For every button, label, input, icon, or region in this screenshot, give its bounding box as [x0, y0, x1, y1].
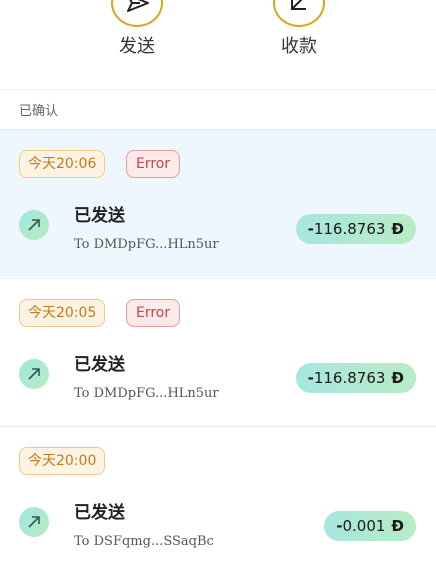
amount-pill: -0.001 Đ: [324, 511, 416, 541]
outgoing-icon: [19, 210, 49, 240]
transaction-address: To DMDpFG...HLn5ur: [74, 386, 219, 401]
send-label: 发送: [119, 36, 155, 57]
send-arrow-icon: [127, 0, 149, 12]
amount-pill: -116.8763 Đ: [295, 363, 416, 393]
status-badge-error: Error: [126, 150, 181, 178]
transaction-title: 已发送: [74, 503, 125, 523]
receive-icon-circle: [273, 0, 325, 27]
arrow-up-right-icon: [28, 368, 40, 380]
transaction-row[interactable]: 今天20:06 Error 已发送 To DMDpFG...HLn5ur -11…: [0, 129, 436, 277]
amount-pill: -116.8763 Đ: [295, 214, 416, 244]
section-title-confirmed: 已确认: [19, 104, 59, 119]
amount-value: 116.8763: [313, 369, 386, 387]
amount-value: 0.001: [342, 517, 386, 535]
receive-arrow-icon: [291, 0, 306, 10]
time-badge: 今天20:06: [19, 150, 106, 178]
transaction-title: 已发送: [74, 206, 125, 226]
arrow-up-right-icon: [28, 219, 40, 231]
status-badge-error: Error: [126, 299, 181, 327]
outgoing-icon: [19, 507, 49, 537]
currency-unit: Đ: [391, 369, 404, 387]
outgoing-icon: [19, 359, 49, 389]
send-icon-circle: [111, 0, 163, 27]
transaction-address: To DSFqmg...SSaqBc: [74, 534, 214, 549]
transaction-row[interactable]: 今天20:00 已发送 To DSFqmg...SSaqBc -0.001 Đ: [0, 426, 436, 569]
transaction-address: To DMDpFG...HLn5ur: [74, 237, 219, 252]
amount-value: 116.8763: [313, 220, 386, 238]
currency-unit: Đ: [391, 517, 404, 535]
arrow-up-right-icon: [28, 516, 40, 528]
transaction-title: 已发送: [74, 355, 125, 375]
action-bar: 发送 收款: [0, 0, 436, 90]
time-badge: 今天20:05: [19, 299, 106, 327]
receive-label: 收款: [281, 36, 317, 57]
time-badge: 今天20:00: [19, 447, 106, 475]
transaction-row[interactable]: 今天20:05 Error 已发送 To DMDpFG...HLn5ur -11…: [0, 278, 436, 426]
currency-unit: Đ: [391, 220, 404, 238]
